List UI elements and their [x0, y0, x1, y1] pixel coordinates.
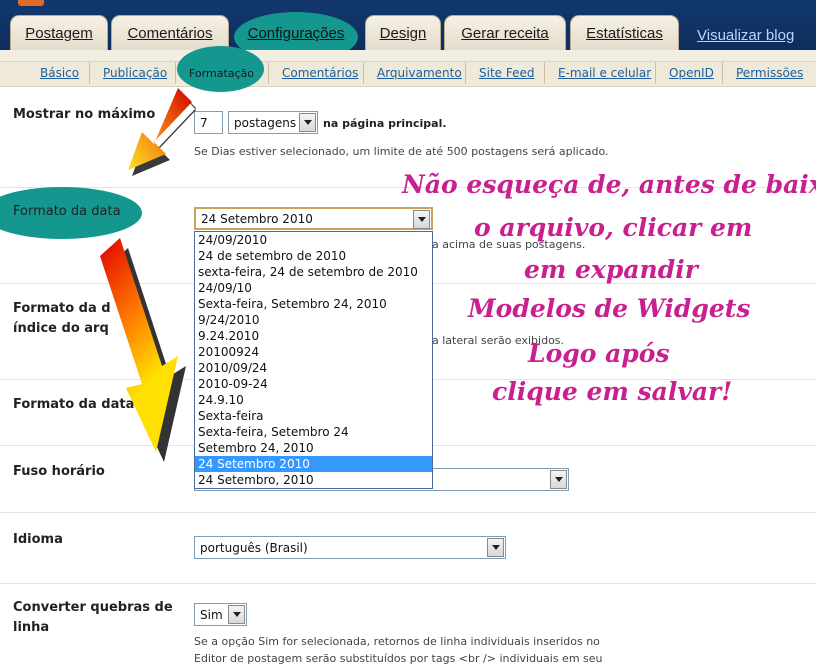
date-format-option[interactable]: 24/09/10	[195, 280, 432, 296]
line-breaks-hint-2: Editor de postagem serão substituídos po…	[194, 652, 603, 665]
line-breaks-hint-1: Se a opção Sim for selecionada, retornos…	[194, 635, 600, 648]
show-max-unit-value: postagens	[234, 115, 297, 130]
line-breaks-label-1: Converter quebras de	[13, 600, 173, 615]
tutorial-note-line-2: o arquivo, clicar em	[474, 213, 753, 242]
tab-design[interactable]: Design	[365, 15, 441, 50]
date-format-option[interactable]: 24/09/2010	[195, 232, 432, 248]
date-format-option[interactable]: 24 Setembro 2010	[195, 456, 432, 472]
subtab-email-celular[interactable]: E-mail e celular	[558, 66, 651, 80]
timezone-label: Fuso horário	[13, 464, 105, 479]
date-format-option[interactable]: 9.24.2010	[195, 328, 432, 344]
date-format-option[interactable]: 9/24/2010	[195, 312, 432, 328]
tab-configuracoes[interactable]: Configurações	[240, 18, 352, 48]
date-format-option[interactable]: 2010-09-24	[195, 376, 432, 392]
language-select[interactable]: português (Brasil)	[194, 536, 506, 559]
subtab-basico[interactable]: Básico	[40, 66, 79, 80]
line-breaks-value: Sim	[200, 607, 223, 622]
tutorial-note-line-1: Não esqueça de, antes de baixar	[402, 170, 816, 199]
language-value: português (Brasil)	[200, 540, 308, 555]
date-format-option[interactable]: Sexta-feira, Setembro 24	[195, 424, 432, 440]
blogger-logo-fragment	[18, 0, 44, 6]
show-max-suffix: na página principal.	[323, 117, 447, 130]
date-format-option[interactable]: 20100924	[195, 344, 432, 360]
archive-format-label-2: índice do arq	[13, 321, 109, 336]
date-format-option[interactable]: 2010/09/24	[195, 360, 432, 376]
view-blog-link[interactable]: Visualizar blog	[697, 27, 794, 44]
subtab-formatacao[interactable]: Formatação	[189, 67, 254, 80]
tab-comentarios[interactable]: Comentários	[111, 15, 229, 50]
date-format-option[interactable]: Sexta-feira, Setembro 24, 2010	[195, 296, 432, 312]
subtab-site-feed[interactable]: Site Feed	[479, 66, 534, 80]
dropdown-arrow-icon[interactable]	[413, 210, 430, 229]
tab-postagem[interactable]: Postagem	[10, 15, 108, 50]
date-format-options-list[interactable]: 24/09/2010 24 de setembro de 2010 sexta-fe…	[194, 231, 433, 489]
date-format-value: 24 Setembro 2010	[201, 211, 313, 226]
date-format-label: Formato da data	[13, 204, 121, 219]
tab-gerar-receita[interactable]: Gerar receita	[444, 15, 566, 50]
subtab-publicacao[interactable]: Publicação	[103, 66, 167, 80]
language-label: Idioma	[13, 532, 63, 547]
subtab-arquivamento[interactable]: Arquivamento	[377, 66, 462, 80]
tutorial-note-line-5: Logo após	[528, 339, 670, 368]
red-yellow-arrow-icon	[128, 88, 196, 176]
date-format-option[interactable]: sexta-feira, 24 de setembro de 2010	[195, 264, 432, 280]
subtab-permissoes[interactable]: Permissões	[736, 66, 803, 80]
date-format-select[interactable]: 24 Setembro 2010	[194, 207, 433, 230]
tab-estatisticas[interactable]: Estatísticas	[570, 15, 679, 50]
show-max-hint: Se Dias estiver selecionado, um limite d…	[194, 145, 609, 158]
tutorial-note-line-4: Modelos de Widgets	[468, 294, 751, 323]
date-format-option[interactable]: 24 de setembro de 2010	[195, 248, 432, 264]
date-format-option[interactable]: 24 Setembro, 2010	[195, 472, 432, 488]
subtab-openid[interactable]: OpenID	[669, 66, 714, 80]
tutorial-note-line-6: clique em salvar!	[492, 377, 733, 406]
dropdown-arrow-icon[interactable]	[487, 538, 504, 557]
dropdown-arrow-icon[interactable]	[228, 605, 245, 624]
dropdown-arrow-icon[interactable]	[299, 113, 316, 132]
date-format-option[interactable]: 24.9.10	[195, 392, 432, 408]
dropdown-arrow-icon[interactable]	[550, 470, 567, 489]
date-format-option[interactable]: Sexta-feira	[195, 408, 432, 424]
line-breaks-label-2: linha	[13, 620, 50, 635]
line-breaks-select[interactable]: Sim	[194, 603, 247, 626]
date-format-option[interactable]: Setembro 24, 2010	[195, 440, 432, 456]
subtab-comentarios[interactable]: Comentários	[282, 66, 358, 80]
show-max-unit-select[interactable]: postagens	[228, 111, 318, 134]
tutorial-note-line-3: em expandir	[524, 255, 698, 284]
red-yellow-arrow-icon	[100, 238, 186, 462]
